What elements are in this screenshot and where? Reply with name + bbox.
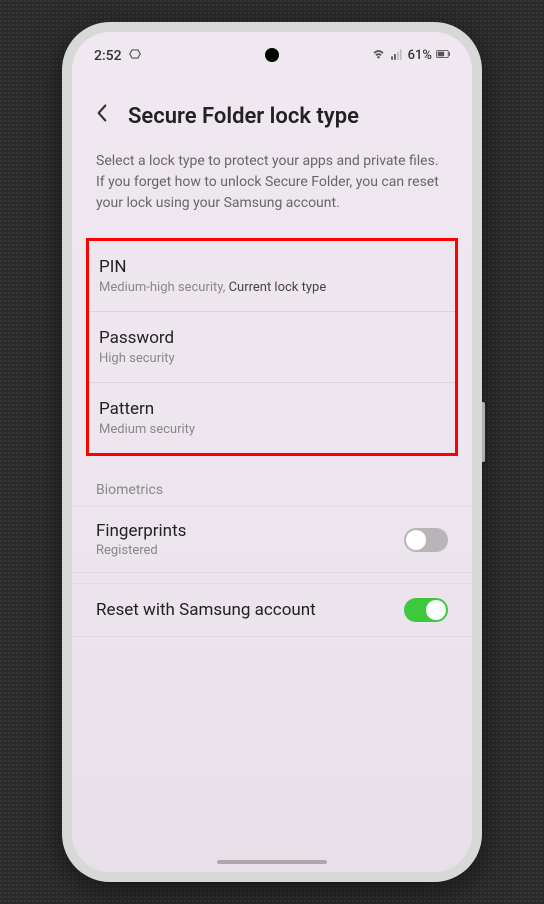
- item-subtitle: Medium-high security, Current lock type: [99, 280, 445, 295]
- toggle-knob: [426, 600, 446, 620]
- lock-type-pin[interactable]: PIN Medium-high security, Current lock t…: [89, 241, 455, 311]
- item-subtitle: Medium security: [99, 422, 445, 437]
- toggle-title: Fingerprints: [96, 521, 186, 541]
- home-indicator[interactable]: [217, 860, 327, 864]
- lock-type-pattern[interactable]: Pattern Medium security: [89, 382, 455, 453]
- fingerprints-row[interactable]: Fingerprints Registered: [72, 506, 472, 573]
- toggle-subtitle: Registered: [96, 543, 186, 558]
- page-title: Secure Folder lock type: [128, 104, 359, 129]
- item-title: Pattern: [99, 399, 445, 419]
- power-button[interactable]: [482, 402, 485, 462]
- status-time: 2:52: [94, 48, 122, 64]
- page-description: Select a lock type to protect your apps …: [72, 147, 472, 232]
- reset-samsung-toggle[interactable]: [404, 598, 448, 622]
- back-button[interactable]: [92, 99, 112, 133]
- item-subtitle: High security: [99, 351, 445, 366]
- signal-icon: [390, 47, 404, 65]
- wifi-icon: [371, 46, 386, 65]
- biometrics-header: Biometrics: [72, 462, 472, 506]
- page-header: Secure Folder lock type: [72, 71, 472, 147]
- screen: 2:52 6: [72, 32, 472, 872]
- battery-icon: [436, 48, 450, 64]
- lock-type-highlight: PIN Medium-high security, Current lock t…: [86, 238, 458, 456]
- item-title: Password: [99, 328, 445, 348]
- fingerprints-toggle[interactable]: [404, 528, 448, 552]
- front-camera: [265, 48, 279, 62]
- lock-type-password[interactable]: Password High security: [89, 311, 455, 382]
- toggle-title: Reset with Samsung account: [96, 600, 316, 620]
- reset-samsung-row[interactable]: Reset with Samsung account: [72, 583, 472, 637]
- do-not-disturb-icon: [128, 47, 142, 65]
- toggle-knob: [406, 530, 426, 550]
- battery-percent: 61%: [408, 48, 432, 63]
- item-title: PIN: [99, 257, 445, 277]
- phone-frame: 2:52 6: [62, 22, 482, 882]
